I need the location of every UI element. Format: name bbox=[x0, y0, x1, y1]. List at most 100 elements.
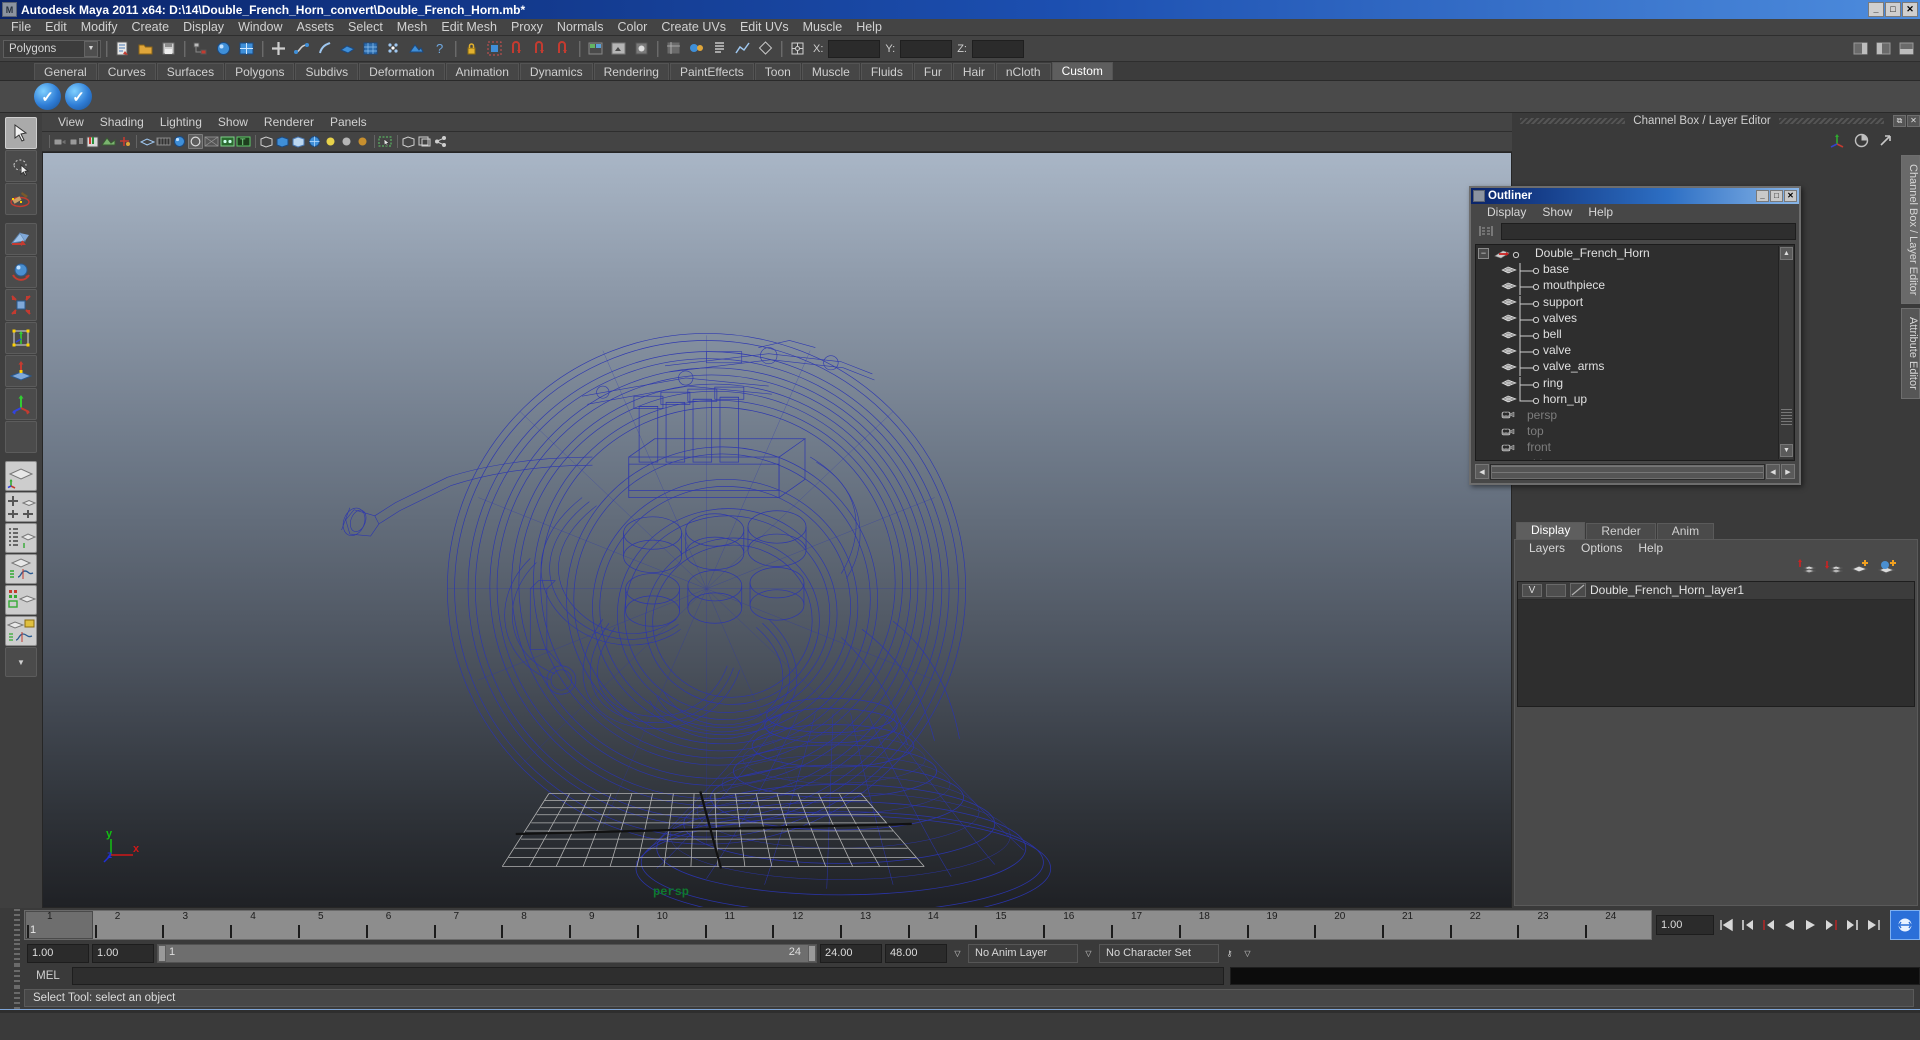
shelf-tab-deformation[interactable]: Deformation bbox=[359, 63, 445, 80]
shelf-tab-rendering[interactable]: Rendering bbox=[593, 63, 669, 80]
save-scene-icon[interactable] bbox=[158, 38, 179, 59]
twopoint-resolution-icon[interactable] bbox=[117, 134, 132, 149]
drag-handle[interactable] bbox=[14, 987, 20, 1009]
open-scene-icon[interactable] bbox=[135, 38, 156, 59]
open-hypergraph-icon[interactable] bbox=[663, 38, 684, 59]
channel-dial-icon[interactable] bbox=[1853, 132, 1870, 152]
shelf-tab-animation[interactable]: Animation bbox=[445, 63, 519, 80]
drag-handle[interactable] bbox=[14, 908, 20, 941]
snap-grid-icon[interactable] bbox=[268, 38, 289, 59]
help-question-icon[interactable]: ? bbox=[429, 38, 450, 59]
snap-surface-icon[interactable] bbox=[360, 38, 381, 59]
outliner-item-bell[interactable]: bell bbox=[1476, 326, 1794, 345]
render-current-frame-icon[interactable] bbox=[406, 38, 427, 59]
camera-attributes-icon[interactable] bbox=[69, 134, 84, 149]
layout-hypershade-persp[interactable] bbox=[5, 585, 37, 615]
viewport-menu-renderer[interactable]: Renderer bbox=[256, 115, 322, 129]
outliner-item-persp[interactable]: persp bbox=[1476, 407, 1794, 423]
more-layouts-button[interactable]: ▼ bbox=[5, 647, 37, 677]
shelf-tab-fluids[interactable]: Fluids bbox=[860, 63, 913, 80]
hscroll-step-right-icon[interactable]: ▶ bbox=[1781, 464, 1795, 479]
shelf-check-icon-2[interactable]: ✓ bbox=[65, 83, 92, 110]
drag-handle[interactable] bbox=[14, 941, 20, 965]
move-layer-up-icon[interactable] bbox=[1796, 558, 1817, 578]
light-grey-icon[interactable] bbox=[339, 134, 354, 149]
input-connections-icon[interactable] bbox=[484, 38, 505, 59]
smooth-wireframe-icon[interactable] bbox=[307, 134, 322, 149]
rotate-tool[interactable] bbox=[5, 256, 37, 288]
menu-edit-uvs[interactable]: Edit UVs bbox=[733, 19, 796, 35]
menu-window[interactable]: Window bbox=[231, 19, 289, 35]
universal-manipulator[interactable] bbox=[5, 322, 37, 354]
outliner-menu-help[interactable]: Help bbox=[1580, 205, 1621, 219]
empty-tool-slot[interactable] bbox=[5, 421, 37, 453]
shelf-tab-hair[interactable]: Hair bbox=[952, 63, 995, 80]
hscroll-step-left-icon[interactable]: ◀ bbox=[1766, 464, 1780, 479]
shelf-tab-muscle[interactable]: Muscle bbox=[801, 63, 860, 80]
menu-create-uvs[interactable]: Create UVs bbox=[654, 19, 733, 35]
show-manipulator-tool[interactable] bbox=[5, 388, 37, 420]
go-to-start-button[interactable] bbox=[1717, 915, 1736, 935]
select-camera-icon[interactable] bbox=[53, 134, 68, 149]
perspective-viewport[interactable]: persp y x z bbox=[42, 152, 1512, 908]
expand-arrow-icon[interactable] bbox=[1877, 132, 1894, 152]
outliner-item-Double_French_Horn[interactable]: − Double_French_Horn bbox=[1476, 245, 1794, 261]
snap-curve-icon[interactable] bbox=[291, 38, 312, 59]
menu-color[interactable]: Color bbox=[610, 19, 654, 35]
panel-close-button[interactable]: ✕ bbox=[1907, 115, 1920, 127]
outliner-window-controls[interactable]: _ □ ✕ bbox=[1756, 190, 1799, 202]
panel-restore-button[interactable]: ⧉ bbox=[1893, 115, 1907, 127]
move-layer-down-icon[interactable] bbox=[1823, 558, 1844, 578]
move-tool[interactable] bbox=[5, 223, 37, 255]
lasso-tool[interactable] bbox=[5, 150, 37, 182]
shaded-box-icon[interactable] bbox=[275, 134, 290, 149]
layout-outliner-persp[interactable] bbox=[5, 523, 37, 553]
maximize-button[interactable]: □ bbox=[1885, 2, 1901, 17]
layout-single-perspective[interactable] bbox=[5, 461, 37, 491]
range-start-time-field[interactable]: 1.00 bbox=[92, 943, 154, 963]
layer-editor-tab-anim[interactable]: Anim bbox=[1656, 522, 1715, 539]
menu-mesh[interactable]: Mesh bbox=[390, 19, 435, 35]
menu-assets[interactable]: Assets bbox=[290, 19, 342, 35]
layer-menu-options[interactable]: Options bbox=[1573, 541, 1630, 555]
minimize-button[interactable]: _ bbox=[1868, 2, 1884, 17]
outliner-item-valve_arms[interactable]: valve_arms bbox=[1476, 358, 1794, 377]
range-slider[interactable]: 1 24 bbox=[157, 943, 817, 963]
panel-grip[interactable] bbox=[1778, 118, 1885, 124]
shelf-tab-toon[interactable]: Toon bbox=[754, 63, 801, 80]
vertical-tab-channel-box-layer-editor[interactable]: Channel Box / Layer Editor bbox=[1901, 155, 1920, 305]
close-button[interactable]: ✕ bbox=[1902, 2, 1918, 17]
menu-edit[interactable]: Edit bbox=[38, 19, 74, 35]
shelf-tab-surfaces[interactable]: Surfaces bbox=[156, 63, 225, 80]
select-tool[interactable] bbox=[5, 117, 37, 149]
light-amber-icon[interactable] bbox=[355, 134, 370, 149]
anim-layer-select[interactable]: No Anim Layer bbox=[968, 943, 1078, 963]
open-uv-editor-icon[interactable] bbox=[755, 38, 776, 59]
menu-muscle[interactable]: Muscle bbox=[796, 19, 850, 35]
drag-handle[interactable] bbox=[14, 965, 20, 987]
lighting-icon[interactable] bbox=[188, 134, 203, 149]
scroll-down-icon[interactable]: ▼ bbox=[1780, 444, 1793, 457]
outliner-item-base[interactable]: base bbox=[1476, 261, 1794, 280]
manipulator-axes-icon[interactable] bbox=[1829, 132, 1846, 152]
make-live-icon[interactable] bbox=[383, 38, 404, 59]
hscroll-left-icon[interactable]: ◀ bbox=[1475, 464, 1489, 479]
shelf-tab-subdivs[interactable]: Subdivs bbox=[295, 63, 359, 80]
snap-view-plane-icon[interactable] bbox=[337, 38, 358, 59]
chevron-down-icon[interactable]: ▽ bbox=[1240, 944, 1255, 963]
command-input[interactable] bbox=[72, 967, 1224, 985]
layer-editor-tab-render[interactable]: Render bbox=[1586, 522, 1656, 539]
shelf-tab-fur[interactable]: Fur bbox=[913, 63, 952, 80]
open-hypershade-icon[interactable] bbox=[686, 38, 707, 59]
selection-mode-dropdown[interactable]: Polygons ▼ bbox=[3, 39, 101, 58]
wireframe-shading-icon[interactable] bbox=[140, 134, 155, 149]
viewport-menu-show[interactable]: Show bbox=[210, 115, 256, 129]
image-plane-icon[interactable] bbox=[101, 134, 116, 149]
outliner-search-input[interactable] bbox=[1501, 222, 1796, 240]
animation-preferences-icon[interactable] bbox=[1890, 909, 1920, 940]
new-scene-icon[interactable] bbox=[112, 38, 133, 59]
outliner-item-valve[interactable]: valve bbox=[1476, 342, 1794, 361]
outliner-item-side[interactable]: side bbox=[1476, 455, 1794, 460]
shadows-icon[interactable] bbox=[204, 134, 219, 149]
layer-list[interactable]: V Double_French_Horn_layer1 bbox=[1517, 580, 1915, 707]
